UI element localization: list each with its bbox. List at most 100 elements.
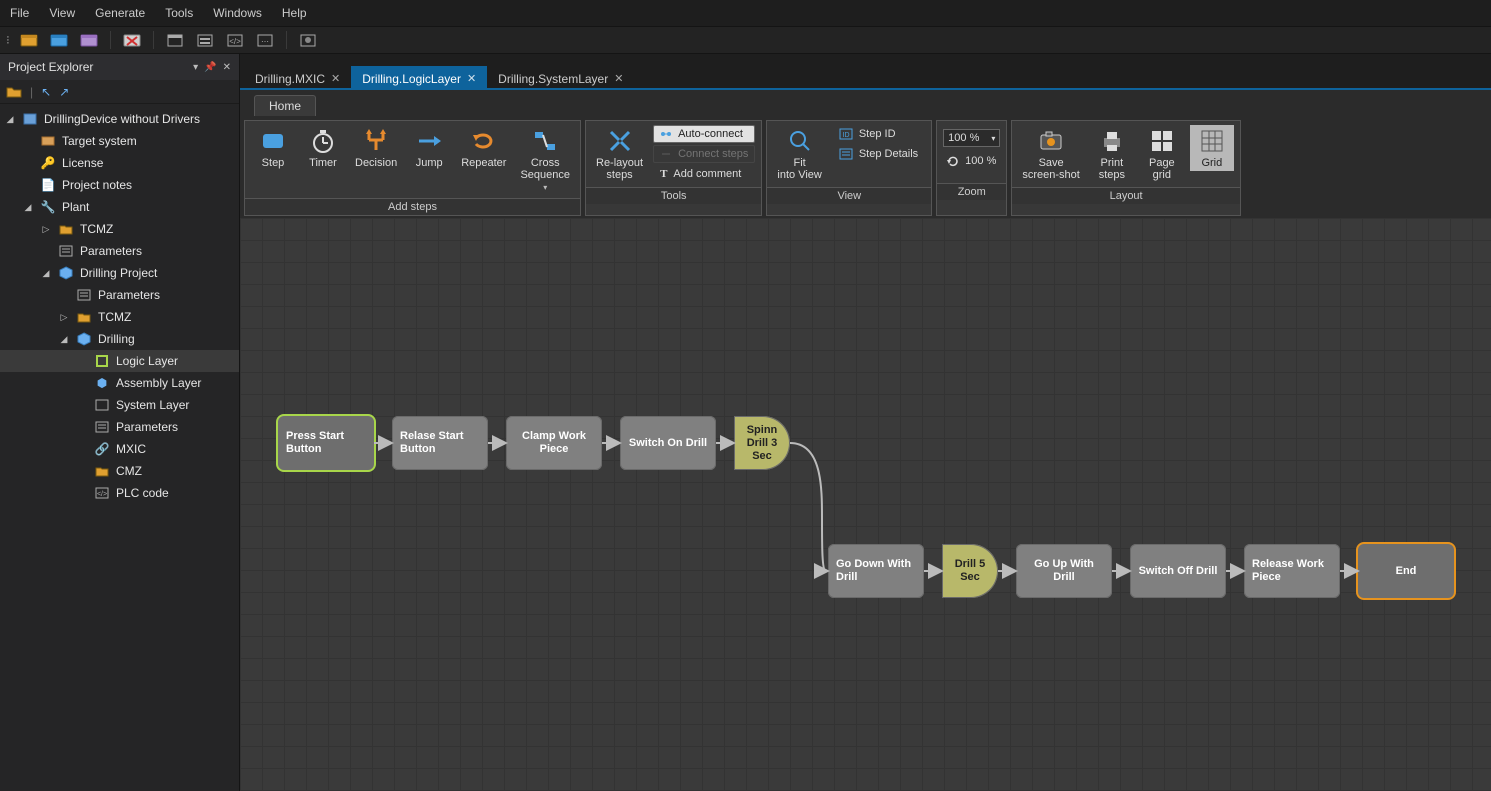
tree-root[interactable]: ◢DrillingDevice without Drivers (0, 108, 239, 130)
toolbar-btn-7[interactable]: </> (224, 30, 246, 50)
ribbon-connectsteps-button[interactable]: Connect steps (653, 145, 755, 163)
tool-icon-2[interactable]: ↗ (59, 85, 69, 99)
tree-mxic[interactable]: 🔗MXIC (0, 438, 239, 460)
ribbon-group-view: Fit into View IDStep ID Step Details Vie… (766, 120, 932, 216)
toolbar-btn-2[interactable] (48, 30, 70, 50)
ribbon-stepdetails-button[interactable]: Step Details (832, 145, 925, 163)
tree-license[interactable]: 🔑License (0, 152, 239, 174)
ribbon-relayout-button[interactable]: Re-layout steps (592, 125, 647, 183)
flow-node-release-start[interactable]: Relase Start Button (392, 416, 488, 470)
svg-text:ID: ID (842, 132, 849, 139)
zoom-reset-button[interactable]: 100 % (943, 153, 1000, 169)
panel-menu-icon[interactable]: ▾ (193, 62, 198, 73)
menu-file[interactable]: File (10, 6, 29, 20)
close-icon[interactable]: ✕ (331, 72, 340, 85)
panel-close-icon[interactable]: ✕ (223, 62, 231, 73)
tab-mxic[interactable]: Drilling.MXIC✕ (244, 66, 351, 90)
tab-logiclayer[interactable]: Drilling.LogicLayer✕ (351, 66, 487, 90)
ribbon-decision-button[interactable]: Decision (351, 125, 401, 171)
ribbon-tab-strip: Home (240, 90, 1491, 116)
tree-parameters-3[interactable]: Parameters (0, 416, 239, 438)
menu-windows[interactable]: Windows (213, 6, 262, 20)
tree-project-notes[interactable]: 📄Project notes (0, 174, 239, 196)
tree-tcmz[interactable]: ▷TCMZ (0, 218, 239, 240)
tree-parameters[interactable]: Parameters (0, 240, 239, 262)
tree-drilling[interactable]: ◢Drilling (0, 328, 239, 350)
ribbon-stepid-button[interactable]: IDStep ID (832, 125, 925, 143)
toolbar-btn-9[interactable] (297, 30, 319, 50)
ribbon-group-tools: Re-layout steps Auto-connect Connect ste… (585, 120, 762, 216)
toolbar-btn-5[interactable] (164, 30, 186, 50)
tree-system-layer[interactable]: System Layer (0, 394, 239, 416)
tree-logic-layer[interactable]: Logic Layer (0, 350, 239, 372)
tree-drilling-project[interactable]: ◢Drilling Project (0, 262, 239, 284)
toolbar-btn-1[interactable] (18, 30, 40, 50)
ribbon-timer-button[interactable]: Timer (301, 125, 345, 171)
tree-plc-code[interactable]: </>PLC code (0, 482, 239, 504)
ribbon-group-title: Layout (1012, 187, 1239, 204)
menu-view[interactable]: View (49, 6, 75, 20)
ribbon-group-zoom: 100 %▾ 100 % Zoom (936, 120, 1007, 216)
tree-cmz[interactable]: CMZ (0, 460, 239, 482)
canvas-viewport[interactable]: Press Start Button Relase Start Button C… (240, 218, 1491, 791)
flow-node-press-start[interactable]: Press Start Button (278, 416, 374, 470)
document-tabs: Drilling.MXIC✕ Drilling.LogicLayer✕ Dril… (240, 54, 1491, 90)
tree-target-system[interactable]: Target system (0, 130, 239, 152)
folder-open-icon[interactable] (6, 84, 22, 100)
ribbon-page-grid-button[interactable]: Page grid (1140, 125, 1184, 183)
zoom-value[interactable]: 100 %▾ (943, 129, 1000, 147)
flow-node-spin-timer[interactable]: Spinn Drill 3 Sec (734, 416, 790, 470)
ribbon: Step Timer Decision Jump Repeater Cross … (240, 116, 1491, 216)
main-toolbar: ⁝ </> ⋯ (0, 26, 1491, 54)
toolbar-btn-6[interactable] (194, 30, 216, 50)
ribbon-repeater-button[interactable]: Repeater (457, 125, 510, 171)
menu-help[interactable]: Help (282, 6, 307, 20)
panel-title-bar: Project Explorer ▾ 📌 ✕ (0, 54, 239, 80)
flow-canvas[interactable]: Press Start Button Relase Start Button C… (240, 218, 1491, 791)
close-icon[interactable]: ✕ (614, 72, 623, 85)
ribbon-tab-home[interactable]: Home (254, 95, 316, 116)
flow-node-switch-off[interactable]: Switch Off Drill (1130, 544, 1226, 598)
editor-area: Home Step Timer Decision Jump Repeater C… (240, 90, 1491, 791)
flow-node-go-down[interactable]: Go Down With Drill (828, 544, 924, 598)
menu-tools[interactable]: Tools (165, 6, 193, 20)
ribbon-addcomment-button[interactable]: TAdd comment (653, 165, 755, 183)
ribbon-fit-button[interactable]: Fit into View (773, 125, 825, 183)
tree-tcmz-2[interactable]: ▷TCMZ (0, 306, 239, 328)
ribbon-group-layout: Save screen-shot Print steps Page grid G… (1011, 120, 1240, 216)
tree-assembly-layer[interactable]: ⬢Assembly Layer (0, 372, 239, 394)
flow-node-end[interactable]: End (1358, 544, 1454, 598)
tool-icon-1[interactable]: ↖ (41, 85, 51, 99)
ribbon-print-steps-button[interactable]: Print steps (1090, 125, 1134, 183)
menubar: File View Generate Tools Windows Help (0, 0, 1491, 26)
flow-node-drill-timer[interactable]: Drill 5 Sec (942, 544, 998, 598)
ribbon-step-button[interactable]: Step (251, 125, 295, 171)
panel-pin-icon[interactable]: 📌 (204, 62, 216, 73)
svg-text:</>: </> (229, 37, 241, 46)
ribbon-grid-button[interactable]: Grid (1190, 125, 1234, 171)
ribbon-save-screenshot-button[interactable]: Save screen-shot (1018, 125, 1083, 183)
svg-text:⋯: ⋯ (261, 37, 269, 46)
tree-parameters-2[interactable]: Parameters (0, 284, 239, 306)
ribbon-group-title: View (767, 187, 931, 204)
svg-text:</>: </> (97, 491, 107, 498)
project-tree: ◢DrillingDevice without Drivers Target s… (0, 104, 239, 791)
toolbar-btn-8[interactable]: ⋯ (254, 30, 276, 50)
tree-plant[interactable]: ◢🔧Plant (0, 196, 239, 218)
panel-title: Project Explorer (8, 60, 93, 74)
close-icon[interactable]: ✕ (467, 72, 476, 85)
ribbon-jump-button[interactable]: Jump (407, 125, 451, 171)
ribbon-cross-sequence-button[interactable]: Cross Sequence▾ (516, 125, 574, 194)
menu-generate[interactable]: Generate (95, 6, 145, 20)
ribbon-group-title: Zoom (937, 183, 1006, 200)
toolbar-btn-4[interactable] (121, 30, 143, 50)
flow-node-switch-on[interactable]: Switch On Drill (620, 416, 716, 470)
panel-controls: ▾ 📌 ✕ (193, 62, 231, 73)
ribbon-autoconnect-button[interactable]: Auto-connect (653, 125, 755, 143)
flow-node-release-piece[interactable]: Release Work Piece (1244, 544, 1340, 598)
toolbar-btn-3[interactable] (78, 30, 100, 50)
flow-node-clamp[interactable]: Clamp Work Piece (506, 416, 602, 470)
ribbon-group-add-steps: Step Timer Decision Jump Repeater Cross … (244, 120, 581, 216)
flow-node-go-up[interactable]: Go Up With Drill (1016, 544, 1112, 598)
tab-systemlayer[interactable]: Drilling.SystemLayer✕ (487, 66, 634, 90)
